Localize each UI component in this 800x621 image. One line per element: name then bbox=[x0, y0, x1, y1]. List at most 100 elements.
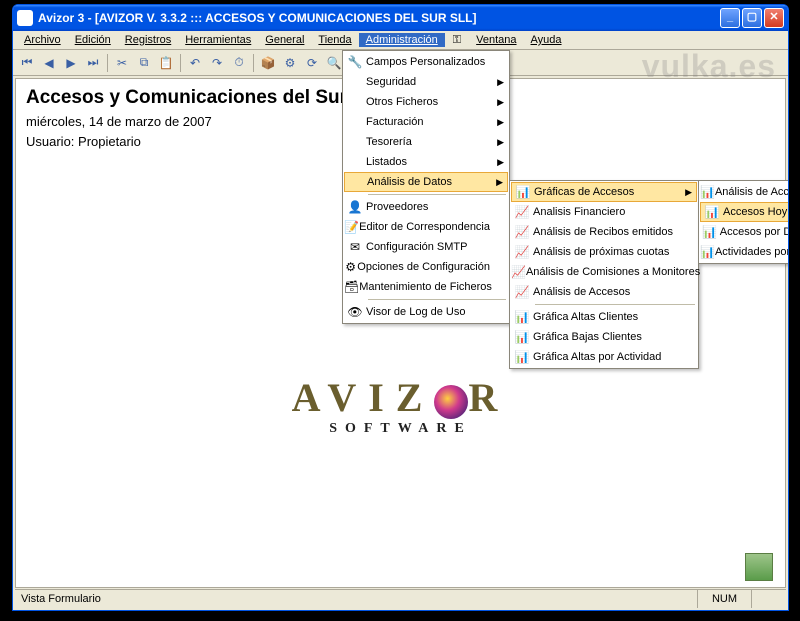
tb-prev[interactable]: ◀ bbox=[39, 53, 59, 73]
menu-item-icon: 📊 bbox=[511, 350, 533, 364]
analisis-item-4[interactable]: 📈Análisis de Comisiones a Monitores bbox=[511, 262, 697, 282]
menu-item-icon: 📊 bbox=[700, 245, 715, 259]
submenu-arrow-icon: ▶ bbox=[496, 177, 503, 188]
admin-item-1[interactable]: Seguridad▶ bbox=[344, 72, 508, 92]
admin-item-7[interactable]: 👤Proveedores bbox=[344, 197, 508, 217]
menu-item-label: Gráfica Altas Clientes bbox=[533, 311, 638, 323]
logo-subtitle: SOFTWARE bbox=[16, 421, 785, 437]
menu-tienda[interactable]: Tienda bbox=[311, 33, 358, 47]
tb-undo[interactable]: ↶ bbox=[185, 53, 205, 73]
menu-item-label: Análisis de Comisiones a Monitores bbox=[526, 266, 700, 278]
tb-paste[interactable]: 📋 bbox=[156, 53, 176, 73]
menu-administracion[interactable]: Administración bbox=[359, 33, 445, 47]
app-window: Avizor 3 - [AVIZOR V. 3.3.2 ::: ACCESOS … bbox=[12, 4, 789, 611]
close-button[interactable]: ✕ bbox=[764, 8, 784, 28]
menu-item-icon: 🔧 bbox=[344, 55, 366, 69]
menu-item-label: Listados bbox=[366, 156, 407, 168]
menu-item-label: Otros Ficheros bbox=[366, 96, 438, 108]
admin-item-5[interactable]: Listados ▶ bbox=[344, 152, 508, 172]
tb-refresh[interactable]: ⟳ bbox=[302, 53, 322, 73]
tb-copy[interactable]: ⧉ bbox=[134, 53, 154, 73]
admin-item-2[interactable]: Otros Ficheros ▶ bbox=[344, 92, 508, 112]
menu-separator bbox=[368, 194, 506, 195]
minimize-button[interactable]: _ bbox=[720, 8, 740, 28]
menu-item-label: Editor de Correspondencia bbox=[359, 221, 490, 233]
menu-ventana[interactable]: Ventana bbox=[469, 33, 523, 47]
graficas-item-3[interactable]: 📊Actividades por Meses bbox=[700, 242, 789, 262]
tb-box[interactable]: 📦 bbox=[258, 53, 278, 73]
menu-item-icon: 📈 bbox=[511, 225, 533, 239]
tb-clock[interactable]: ⏱ bbox=[229, 53, 249, 73]
analisis-item-1[interactable]: 📈Analisis Financiero bbox=[511, 202, 697, 222]
window-buttons: _ ▢ ✕ bbox=[720, 8, 784, 28]
admin-item-6[interactable]: Análisis de Datos▶ bbox=[344, 172, 508, 192]
menu-item-label: Gráficas de Accesos bbox=[534, 186, 634, 198]
submenu-arrow-icon: ▶ bbox=[497, 97, 504, 108]
menu-item-label: Tesorería bbox=[366, 136, 412, 148]
menu-item-label: Facturación bbox=[366, 116, 423, 128]
menu-graficas-dropdown: 📊Análisis de Accesos📊Accesos Hoy📊Accesos… bbox=[698, 180, 789, 264]
tb-sep bbox=[107, 54, 108, 72]
key-icon[interactable]: ⚿ bbox=[445, 33, 469, 48]
menu-item-label: Analisis Financiero bbox=[533, 206, 625, 218]
menu-item-label: Análisis de Accesos bbox=[533, 286, 630, 298]
menu-item-icon: 📝 bbox=[344, 220, 359, 234]
analisis-item-6[interactable]: 📊Gráfica Altas Clientes bbox=[511, 307, 697, 327]
analisis-item-8[interactable]: 📊Gráfica Altas por Actividad bbox=[511, 347, 697, 367]
menu-item-icon: 🗃 bbox=[344, 280, 359, 294]
window-title: Avizor 3 - [AVIZOR V. 3.3.2 ::: ACCESOS … bbox=[38, 11, 720, 25]
menu-item-icon: ✉ bbox=[344, 240, 366, 254]
menu-ayuda[interactable]: Ayuda bbox=[524, 33, 569, 47]
tb-cut[interactable]: ✂ bbox=[112, 53, 132, 73]
menu-item-label: Seguridad bbox=[366, 76, 416, 88]
admin-item-0[interactable]: 🔧Campos Personalizados bbox=[344, 52, 508, 72]
menu-archivo[interactable]: Archivo bbox=[17, 33, 68, 47]
tb-next[interactable]: ▶ bbox=[61, 53, 81, 73]
analisis-item-7[interactable]: 📊Gráfica Bajas Clientes bbox=[511, 327, 697, 347]
menu-item-icon: ⚙ bbox=[344, 260, 357, 274]
menu-edicion[interactable]: Edición bbox=[68, 33, 118, 47]
menu-registros[interactable]: Registros bbox=[118, 33, 178, 47]
menu-item-icon: 📈 bbox=[511, 285, 533, 299]
menu-separator bbox=[535, 304, 695, 305]
analisis-item-0[interactable]: 📊Gráficas de Accesos▶ bbox=[511, 182, 697, 202]
admin-item-9[interactable]: ✉Configuración SMTP bbox=[344, 237, 508, 257]
statusbar: Vista Formulario NUM bbox=[15, 589, 786, 608]
admin-item-8[interactable]: 📝Editor de Correspondencia bbox=[344, 217, 508, 237]
menu-separator bbox=[368, 299, 506, 300]
maximize-button[interactable]: ▢ bbox=[742, 8, 762, 28]
admin-item-4[interactable]: Tesorería ▶ bbox=[344, 132, 508, 152]
analisis-item-5[interactable]: 📈Análisis de Accesos bbox=[511, 282, 697, 302]
menu-herramientas[interactable]: Herramientas bbox=[178, 33, 258, 47]
admin-item-11[interactable]: 🗃Mantenimiento de Ficheros bbox=[344, 277, 508, 297]
admin-item-3[interactable]: Facturación▶ bbox=[344, 112, 508, 132]
graficas-item-1[interactable]: 📊Accesos Hoy bbox=[700, 202, 789, 222]
menu-item-icon: 📊 bbox=[701, 205, 723, 219]
tb-first[interactable]: ⏮ bbox=[17, 53, 37, 73]
logo-eye-icon bbox=[434, 385, 468, 419]
admin-item-10[interactable]: ⚙Opciones de Configuración bbox=[344, 257, 508, 277]
menu-item-icon: 📊 bbox=[700, 225, 720, 239]
logo-text: AVIZR bbox=[16, 374, 785, 421]
tb-sep3 bbox=[253, 54, 254, 72]
analisis-item-3[interactable]: 📈Análisis de próximas cuotas bbox=[511, 242, 697, 262]
graficas-item-2[interactable]: 📊Accesos por Días bbox=[700, 222, 789, 242]
tb-redo[interactable]: ↷ bbox=[207, 53, 227, 73]
admin-item-12[interactable]: 👁Visor de Log de Uso bbox=[344, 302, 508, 322]
menu-general[interactable]: General bbox=[258, 33, 311, 47]
analisis-item-2[interactable]: 📈Análisis de Recibos emitidos bbox=[511, 222, 697, 242]
menu-item-label: Mantenimiento de Ficheros bbox=[359, 281, 492, 293]
menu-item-label: Campos Personalizados bbox=[366, 56, 485, 68]
exit-icon[interactable] bbox=[745, 553, 773, 581]
submenu-arrow-icon: ▶ bbox=[685, 187, 692, 198]
tb-search[interactable]: 🔍 bbox=[324, 53, 344, 73]
tb-last[interactable]: ⏭ bbox=[83, 53, 103, 73]
submenu-arrow-icon: ▶ bbox=[497, 157, 504, 168]
tb-gear[interactable]: ⚙ bbox=[280, 53, 300, 73]
menu-item-icon: 📈 bbox=[511, 265, 526, 279]
submenu-arrow-icon: ▶ bbox=[497, 137, 504, 148]
menu-item-icon: 📈 bbox=[511, 205, 533, 219]
menu-item-label: Gráfica Altas por Actividad bbox=[533, 351, 661, 363]
graficas-item-0[interactable]: 📊Análisis de Accesos bbox=[700, 182, 789, 202]
menu-item-label: Análisis de próximas cuotas bbox=[533, 246, 669, 258]
